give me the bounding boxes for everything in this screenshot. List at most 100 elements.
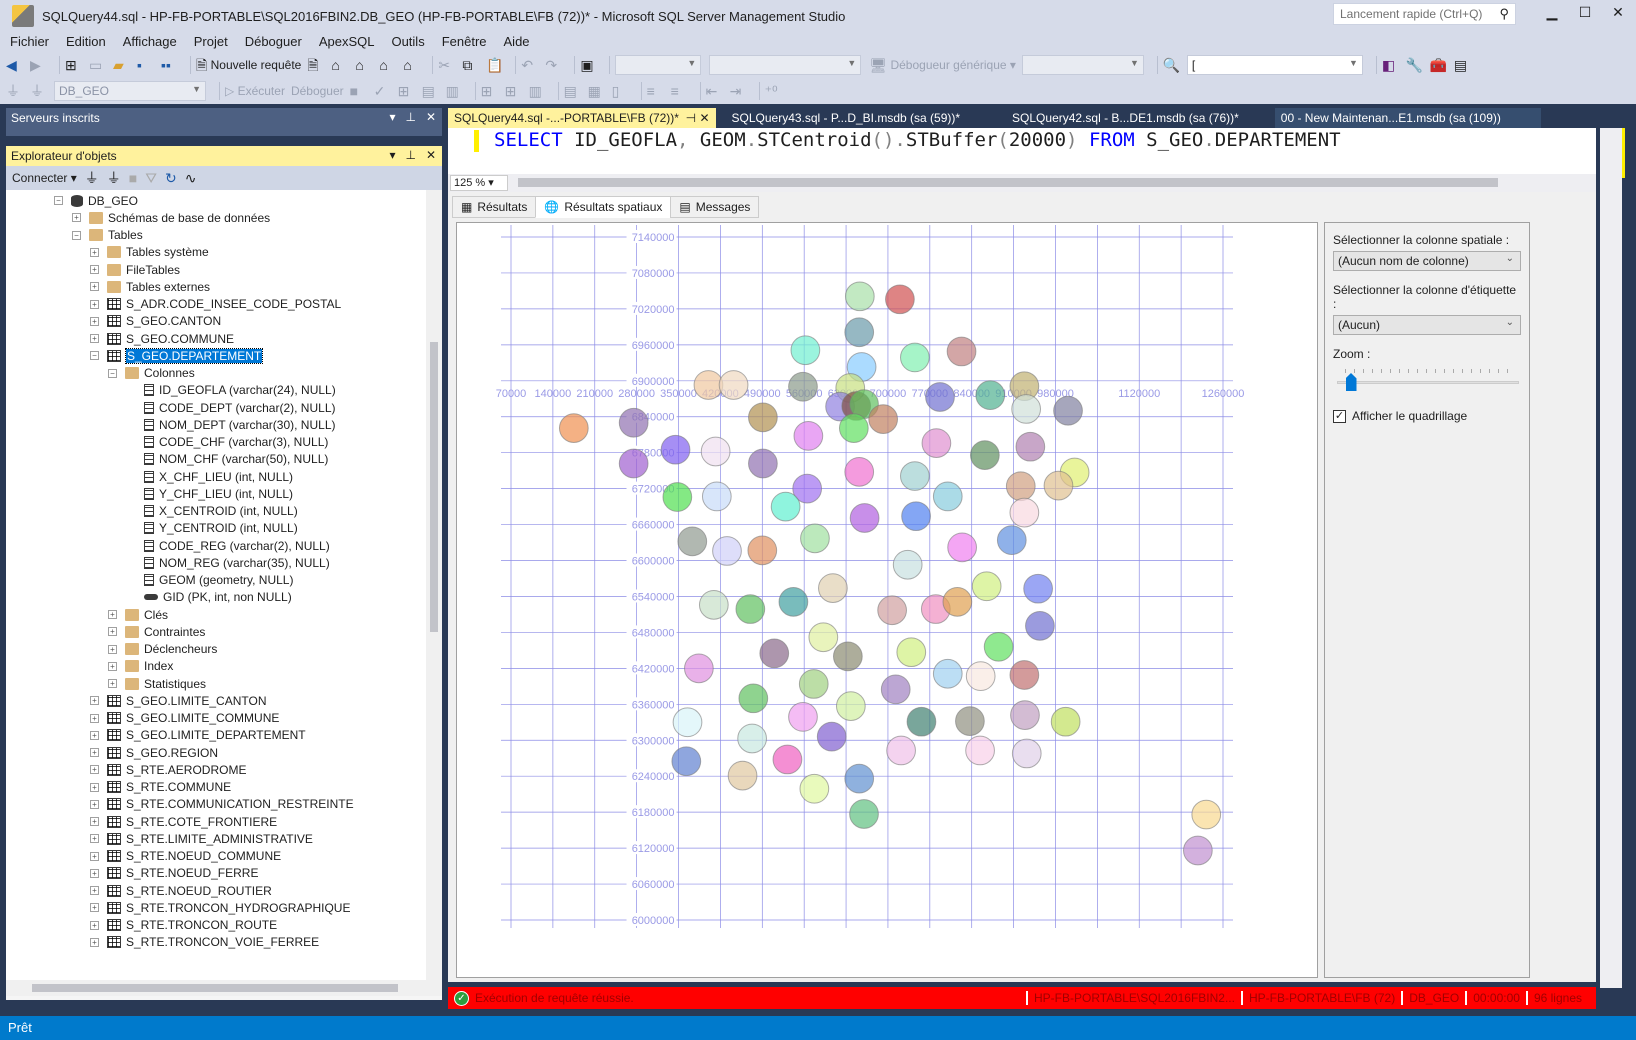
spatial-column-select[interactable]: (Aucun nom de colonne) ⌄ (1333, 251, 1521, 271)
scrollbar-thumb[interactable] (32, 984, 398, 992)
menu-fichier[interactable]: Fichier (4, 34, 55, 49)
sql-code-line[interactable]: SELECT ID_GEOFLA, GEOM.STCentroid().STBu… (494, 129, 1341, 151)
collapse-icon[interactable]: − (108, 368, 117, 378)
tree-node[interactable]: + FileTables (90, 261, 180, 278)
menu-affichage[interactable]: Affichage (117, 34, 183, 49)
tree-node[interactable]: + S_GEO.LIMITE_DEPARTEMENT (90, 727, 306, 744)
expand-icon[interactable]: + (90, 920, 99, 930)
tree-node[interactable]: + S_RTE.LIMITE_ADMINISTRATIVE (90, 830, 313, 847)
comment-icon[interactable]: ≡ (647, 81, 665, 101)
intellisense-icon[interactable]: ▥ (446, 81, 464, 101)
expand-icon[interactable]: + (108, 627, 117, 637)
mdx-query-icon[interactable]: ⌂ (331, 55, 349, 75)
cut-icon[interactable]: ✂ (438, 55, 456, 75)
minimize-button[interactable]: ▁ (1537, 4, 1567, 26)
solution-platform-select[interactable]: ▼ (709, 55, 862, 75)
collapse-icon[interactable]: − (54, 196, 63, 205)
tree-node[interactable]: + Déclencheurs (108, 641, 217, 658)
tree-node[interactable]: GID (PK, int, non NULL) (144, 589, 292, 606)
expand-icon[interactable]: + (90, 868, 99, 878)
tree-node[interactable]: Y_CHF_LIEU (int, NULL) (144, 485, 293, 502)
tree-node[interactable]: + S_RTE.TRONCON_HYDROGRAPHIQUE (90, 899, 350, 916)
tree-node[interactable]: + S_RTE.TRONCON_ROUTE (90, 917, 277, 934)
spatial-results-canvas[interactable]: 7140000 7080000 7020000 6960000 6900000 68400… (456, 222, 1318, 978)
expand-icon[interactable]: + (90, 886, 99, 895)
tree-node[interactable]: + Contraintes (108, 623, 205, 640)
tree-node[interactable]: + S_RTE.COMMUNICATION_RESTREINTE (90, 796, 354, 813)
visual-studio-icon[interactable]: ◧ (1382, 55, 1400, 75)
cancel-query-icon[interactable]: ■ (350, 81, 368, 101)
expand-icon[interactable]: + (90, 265, 99, 274)
panel-menu-icon[interactable]: ▾ (389, 110, 395, 124)
tab-close-icon[interactable]: ✕ (699, 111, 709, 125)
panel-close-icon[interactable]: ✕ (426, 148, 436, 162)
forward-icon[interactable]: ▶ (30, 55, 48, 75)
tree-node[interactable]: GEOM (geometry, NULL) (144, 572, 293, 589)
find-in-files-icon[interactable]: 🔍 (1163, 55, 1181, 75)
tree-vertical-scrollbar[interactable] (426, 190, 442, 980)
add-item-icon[interactable]: ▭ (89, 55, 107, 75)
label-column-select[interactable]: (Aucun) ⌄ (1333, 315, 1521, 335)
tree-node[interactable]: + S_RTE.COTE_FRONTIERE (90, 813, 277, 830)
debugger-button[interactable]: 🖥 Débogueur générique ▾ (869, 55, 1016, 75)
new-project-icon[interactable]: ⊞ (65, 55, 83, 75)
save-icon[interactable]: ▪ (137, 55, 155, 75)
database-select[interactable]: DB_GEO ▼ (54, 81, 206, 101)
tree-node[interactable]: + S_GEO.REGION (90, 744, 218, 761)
panel-menu-icon[interactable]: ▾ (389, 148, 395, 162)
back-icon[interactable]: ◀ (6, 55, 24, 75)
tree-node[interactable]: + Tables système (90, 244, 209, 261)
tree-node[interactable]: Y_CENTROID (int, NULL) (144, 520, 298, 537)
client-stats-icon[interactable]: ▥ (529, 81, 547, 101)
increase-indent-icon[interactable]: ⇥ (730, 81, 748, 101)
db-engine-query-icon[interactable]: 🗎 (307, 55, 325, 75)
xmla-query-icon[interactable]: ⌂ (379, 55, 397, 75)
tree-node[interactable]: + S_GEO.LIMITE_CANTON (90, 692, 266, 709)
tree-node[interactable]: + S_RTE.AERODROME (90, 761, 246, 778)
close-button[interactable]: ✕ (1603, 4, 1633, 26)
specify-values-icon[interactable]: ⁺⁰ (765, 81, 783, 101)
menu-outils[interactable]: Outils (385, 34, 430, 49)
results-to-text-icon[interactable]: ▤ (564, 81, 582, 101)
web-browser-icon[interactable]: ▤ (1454, 55, 1472, 75)
expand-icon[interactable]: + (108, 644, 117, 654)
tree-node[interactable]: + S_RTE.NOEUD_FERRE (90, 865, 258, 882)
tab-results[interactable]: ▦ Résultats (452, 196, 537, 218)
debug-button[interactable]: Déboguer (291, 81, 344, 101)
maximize-button[interactable]: ☐ (1570, 4, 1600, 26)
tree-node[interactable]: + S_GEO.CANTON (90, 313, 221, 330)
expand-icon[interactable]: + (90, 937, 99, 947)
tree-node[interactable]: + S_RTE.NOEUD_COMMUNE (90, 848, 281, 865)
connect-plug-icon[interactable]: ⏚ (85, 170, 99, 186)
tree-node[interactable]: NOM_CHF (varchar(50), NULL) (144, 451, 328, 468)
spatial-plot[interactable]: 7140000708000070200006960000690000068400… (457, 223, 1319, 979)
show-grid-checkbox[interactable]: ✓ (1333, 409, 1346, 423)
uncomment-icon[interactable]: ≡ (671, 81, 689, 101)
expand-icon[interactable]: + (90, 782, 99, 792)
expand-icon[interactable]: + (90, 299, 99, 309)
connect-icon[interactable]: ⏚ (6, 81, 24, 101)
show-grid-option[interactable]: ✓ Afficher le quadrillage (1333, 409, 1521, 423)
tree-node[interactable]: + Index (108, 658, 173, 675)
editor-zoom-select[interactable]: 125 % ▾ (450, 175, 508, 191)
expand-icon[interactable]: + (108, 610, 117, 619)
toolbox-icon[interactable]: 🧰 (1430, 55, 1448, 75)
tree-node[interactable]: − Tables (72, 227, 143, 244)
slider-track[interactable] (1337, 381, 1519, 384)
doc-tab-maintenance-plan[interactable]: 00 - New Maintenan...E1.msdb (sa (109)) (1274, 108, 1541, 128)
tree-node[interactable]: + S_GEO.COMMUNE (90, 330, 234, 347)
new-query-button[interactable]: 🗎 Nouvelle requête (196, 55, 301, 75)
solution-config-select[interactable]: ▼ (615, 55, 702, 75)
expand-icon[interactable]: + (90, 713, 99, 723)
tab-messages[interactable]: ▤ Messages (670, 196, 760, 218)
open-file-icon[interactable]: ▰ (113, 55, 131, 75)
expand-icon[interactable]: + (108, 679, 117, 688)
filter-icon[interactable]: ⛛ (145, 170, 157, 186)
debug-target-select[interactable]: ▼ (1021, 55, 1144, 75)
disconnect-icon[interactable]: ⏚ (107, 170, 121, 186)
slider-thumb[interactable] (1345, 373, 1357, 391)
properties-wrench-icon[interactable]: 🔧 (1406, 55, 1424, 75)
scrollbar-thumb[interactable] (430, 342, 438, 632)
refresh-icon[interactable]: ↻ (165, 170, 177, 186)
expand-icon[interactable]: + (108, 661, 117, 671)
